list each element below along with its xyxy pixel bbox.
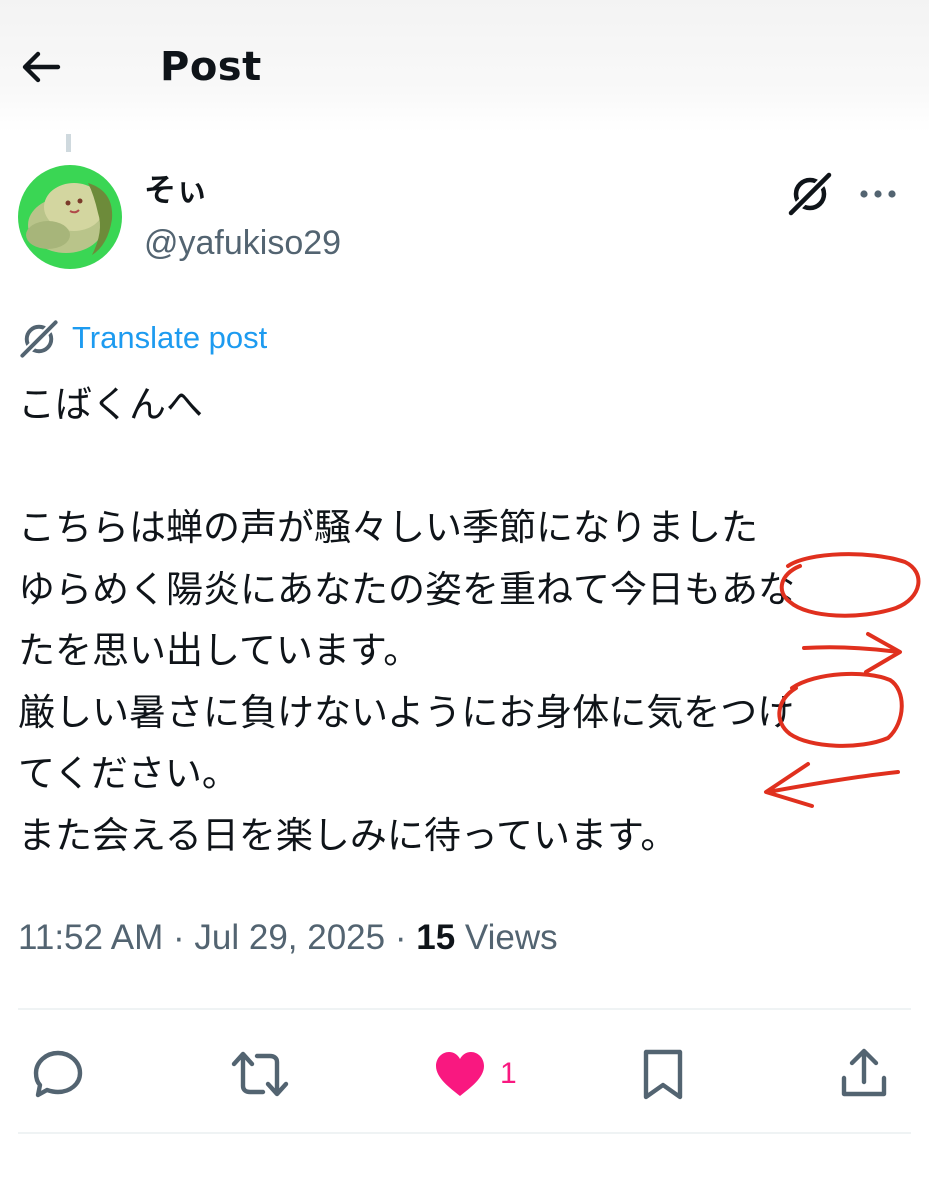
views-count[interactable]: 15 bbox=[416, 918, 455, 957]
divider bbox=[18, 1008, 911, 1010]
translate-post-link[interactable]: Translate post bbox=[72, 316, 267, 360]
post-meta: 11:52 AM · Jul 29, 2025 · 15 Views bbox=[18, 912, 558, 964]
grok-button[interactable] bbox=[786, 170, 834, 218]
grok-icon bbox=[18, 318, 60, 360]
like-button[interactable]: 1 bbox=[432, 1046, 542, 1102]
repost-icon bbox=[231, 1051, 289, 1097]
meta-separator: · bbox=[394, 918, 407, 957]
reply-icon bbox=[33, 1050, 83, 1098]
share-button[interactable] bbox=[836, 1046, 892, 1102]
top-bar: Post bbox=[0, 0, 929, 132]
share-icon bbox=[841, 1048, 887, 1097]
arrow-left-icon bbox=[22, 51, 61, 83]
author-display-name[interactable]: そぃ bbox=[144, 168, 208, 212]
more-options-button[interactable] bbox=[854, 170, 902, 218]
more-horizontal-icon bbox=[860, 190, 896, 198]
meta-separator: · bbox=[173, 918, 185, 957]
avatar-image bbox=[18, 165, 122, 269]
divider bbox=[18, 1132, 911, 1134]
like-count: 1 bbox=[500, 1057, 517, 1090]
grok-icon bbox=[786, 170, 834, 218]
post-time: 11:52 AM bbox=[18, 918, 164, 957]
post-date[interactable]: Jul 29, 2025 bbox=[194, 918, 385, 957]
bookmark-icon bbox=[643, 1049, 683, 1100]
heart-filled-icon bbox=[436, 1052, 484, 1096]
avatar[interactable] bbox=[18, 165, 122, 269]
bookmark-button[interactable] bbox=[638, 1046, 688, 1102]
page-title: Post bbox=[160, 44, 262, 90]
repost-button[interactable] bbox=[230, 1046, 290, 1102]
post-text: こばくんへ こちらは蝉の声が騒々しい季節になりました ゆらめく陽炎にあなたの姿を… bbox=[18, 383, 795, 857]
reply-button[interactable] bbox=[30, 1046, 86, 1102]
back-button[interactable] bbox=[16, 44, 64, 92]
views-label[interactable]: Views bbox=[465, 918, 558, 957]
author-handle[interactable]: @yafukiso29 bbox=[144, 220, 341, 266]
action-bar: 1 bbox=[0, 1030, 929, 1120]
thread-connector-line bbox=[66, 134, 71, 152]
